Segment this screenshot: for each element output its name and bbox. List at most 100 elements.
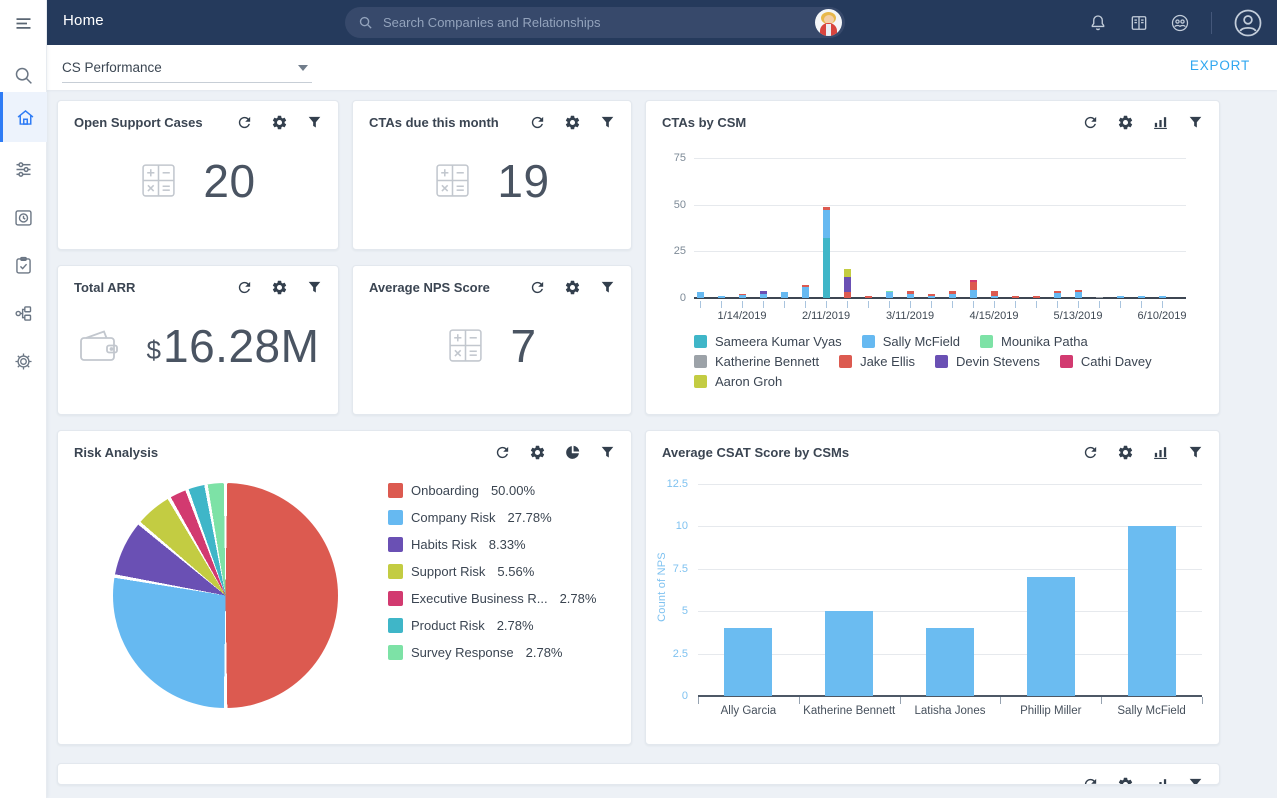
legend-item[interactable]: Sally McField <box>862 334 960 349</box>
bar-segment[interactable] <box>1117 296 1124 298</box>
filter-funnel-icon[interactable] <box>1187 776 1204 785</box>
bar-segment[interactable] <box>823 238 830 298</box>
bar-segment[interactable] <box>928 294 935 296</box>
sidebar-item-timeline[interactable] <box>0 194 47 240</box>
bar-segment[interactable] <box>949 294 956 298</box>
legend-item[interactable]: Katherine Bennett <box>694 354 819 369</box>
refresh-icon[interactable] <box>236 279 253 296</box>
sidebar-item-success-plans[interactable] <box>0 242 47 288</box>
bar-segment[interactable] <box>1054 291 1061 294</box>
legend-item[interactable]: Sameera Kumar Vyas <box>694 334 842 349</box>
bar-segment[interactable] <box>823 210 830 238</box>
legend-item[interactable]: Habits Risk8.33% <box>388 531 596 558</box>
refresh-icon[interactable] <box>1082 444 1099 461</box>
filter-funnel-icon[interactable] <box>1187 114 1204 131</box>
refresh-icon[interactable] <box>494 444 511 461</box>
sidebar-item-cockpit[interactable] <box>0 146 47 192</box>
refresh-icon[interactable] <box>236 114 253 131</box>
bar-segment[interactable] <box>1096 297 1103 299</box>
legend-item[interactable]: Aaron Groh <box>694 374 782 389</box>
bar-segment[interactable] <box>970 280 977 282</box>
filter-funnel-icon[interactable] <box>599 279 616 296</box>
bar-segment[interactable] <box>823 207 830 210</box>
settings-gear-icon[interactable] <box>1117 114 1134 131</box>
risk-pie-chart[interactable] <box>113 483 338 708</box>
bar-segment[interactable] <box>886 291 893 293</box>
filter-funnel-icon[interactable] <box>1187 444 1204 461</box>
bar-segment[interactable] <box>739 294 746 296</box>
refresh-icon[interactable] <box>529 279 546 296</box>
dashboard-selector[interactable]: CS Performance <box>62 53 312 83</box>
settings-gear-icon[interactable] <box>529 444 546 461</box>
settings-gear-icon[interactable] <box>271 114 288 131</box>
filter-funnel-icon[interactable] <box>599 114 616 131</box>
settings-gear-icon[interactable] <box>271 279 288 296</box>
bar-chart-type-icon[interactable] <box>1152 776 1169 785</box>
bar-segment[interactable] <box>697 292 704 298</box>
csat-bar[interactable] <box>724 628 772 696</box>
bar-segment[interactable] <box>1054 293 1061 298</box>
bar-segment[interactable] <box>718 296 725 298</box>
settings-gear-icon[interactable] <box>1117 444 1134 461</box>
bar-segment[interactable] <box>886 292 893 298</box>
bar-segment[interactable] <box>949 291 956 295</box>
sidebar-item-relationships[interactable] <box>0 290 47 336</box>
csat-bar[interactable] <box>1128 526 1176 696</box>
global-search[interactable] <box>345 7 845 38</box>
bar-segment[interactable] <box>1159 296 1166 298</box>
legend-item[interactable]: Survey Response2.78% <box>388 639 596 666</box>
filter-funnel-icon[interactable] <box>306 279 323 296</box>
bar-segment[interactable] <box>1075 290 1082 293</box>
legend-item[interactable]: Executive Business R...2.78% <box>388 585 596 612</box>
sidebar-item-administration[interactable] <box>0 338 47 384</box>
library-book-icon[interactable] <box>1129 13 1149 33</box>
pie-chart-type-icon[interactable] <box>564 444 581 461</box>
legend-item[interactable]: Product Risk2.78% <box>388 612 596 639</box>
export-button[interactable]: EXPORT <box>1190 58 1250 73</box>
bar-segment[interactable] <box>844 292 851 298</box>
bar-segment[interactable] <box>970 282 977 289</box>
bar-chart-type-icon[interactable] <box>1152 114 1169 131</box>
sidebar-item-home[interactable] <box>0 92 47 142</box>
bar-segment[interactable] <box>865 296 872 298</box>
legend-item[interactable]: Onboarding50.00% <box>388 477 596 504</box>
refresh-icon[interactable] <box>1082 114 1099 131</box>
menu-hamburger-icon[interactable] <box>0 0 47 46</box>
legend-item[interactable]: Devin Stevens <box>935 354 1040 369</box>
bar-segment[interactable] <box>802 287 809 298</box>
refresh-icon[interactable] <box>1082 776 1099 785</box>
csat-bar[interactable] <box>1027 577 1075 696</box>
bar-segment[interactable] <box>1075 292 1082 298</box>
bar-segment[interactable] <box>907 291 914 295</box>
bar-segment[interactable] <box>991 296 998 298</box>
bar-segment[interactable] <box>1012 296 1019 298</box>
notifications-bell-icon[interactable] <box>1088 13 1108 33</box>
refresh-icon[interactable] <box>529 114 546 131</box>
legend-item[interactable]: Jake Ellis <box>839 354 915 369</box>
bar-segment[interactable] <box>928 296 935 298</box>
bar-segment[interactable] <box>760 291 767 295</box>
csat-bar[interactable] <box>825 611 873 696</box>
bar-segment[interactable] <box>781 292 788 298</box>
settings-gear-icon[interactable] <box>564 114 581 131</box>
settings-gear-icon[interactable] <box>1117 776 1134 785</box>
bar-segment[interactable] <box>802 285 809 287</box>
community-people-icon[interactable] <box>1170 13 1190 33</box>
bar-segment[interactable] <box>970 290 977 298</box>
filter-funnel-icon[interactable] <box>306 114 323 131</box>
legend-item[interactable]: Cathi Davey <box>1060 354 1152 369</box>
filter-funnel-icon[interactable] <box>599 444 616 461</box>
bar-segment[interactable] <box>739 295 746 298</box>
legend-item[interactable]: Company Risk27.78% <box>388 504 596 531</box>
search-input[interactable] <box>373 15 815 30</box>
bar-segment[interactable] <box>844 277 851 292</box>
bar-segment[interactable] <box>844 269 851 277</box>
csat-bar[interactable] <box>926 628 974 696</box>
settings-gear-icon[interactable] <box>564 279 581 296</box>
user-profile-icon[interactable] <box>1233 8 1263 38</box>
bar-chart-type-icon[interactable] <box>1152 444 1169 461</box>
bar-segment[interactable] <box>991 291 998 297</box>
bar-segment[interactable] <box>1033 296 1040 298</box>
bar-segment[interactable] <box>760 294 767 298</box>
bar-segment[interactable] <box>1138 296 1145 298</box>
